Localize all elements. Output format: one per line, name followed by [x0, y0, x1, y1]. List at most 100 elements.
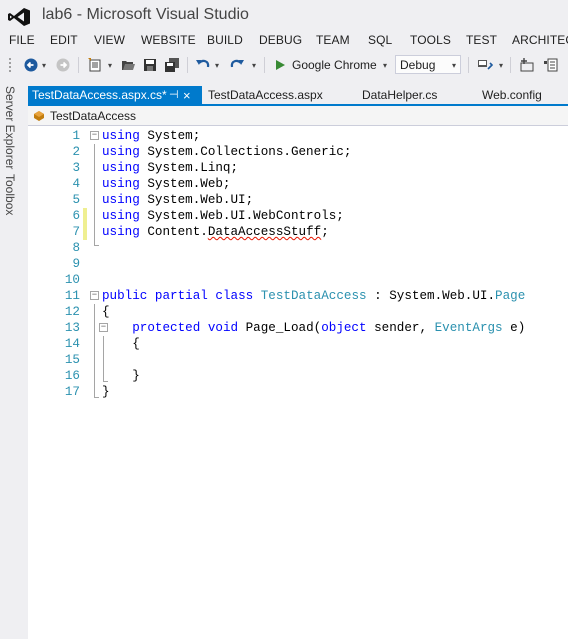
menu-tools[interactable]: TOOLS — [410, 33, 451, 47]
code-line[interactable]: 2 using System.Collections.Generic; — [28, 144, 568, 160]
menu-team[interactable]: TEAM — [316, 33, 350, 47]
navigate-back-icon[interactable] — [20, 55, 42, 75]
code-line[interactable]: 16 } — [28, 368, 568, 384]
line-number: 10 — [64, 273, 80, 287]
menu-sql[interactable]: SQL — [368, 33, 392, 47]
toolbar-overflow-icon[interactable]: ▾ — [497, 55, 505, 75]
unsaved-change-marker — [83, 224, 87, 240]
code-line[interactable]: 6 using System.Web.UI.WebControls; — [28, 208, 568, 224]
code-token: System.Web.UI; — [139, 193, 254, 207]
code-token: System.Collections.Generic; — [139, 145, 352, 159]
code-token: System.Web; — [139, 177, 231, 191]
menu-file[interactable]: FILE — [9, 33, 35, 47]
undo-icon[interactable] — [193, 55, 213, 75]
code-text: using System; — [102, 128, 200, 144]
type-token: Page — [495, 289, 526, 303]
type-token: EventArgs — [434, 321, 503, 335]
tab-web-config[interactable]: Web.config — [482, 86, 542, 105]
browser-target-label[interactable]: Google Chrome — [292, 55, 382, 75]
code-line[interactable]: 8 — [28, 240, 568, 256]
open-file-icon[interactable] — [118, 55, 138, 75]
keyword-token: using — [102, 193, 140, 207]
code-line[interactable]: 4 using System.Web; — [28, 176, 568, 192]
code-text: protected void Page_Load(object sender, … — [102, 320, 525, 336]
navigation-bar[interactable]: TestDataAccess — [28, 106, 568, 126]
code-text: using Content.DataAccessStuff; — [102, 224, 329, 240]
menu-website[interactable]: WEBSITE — [141, 33, 196, 47]
title-bar: lab6 - Microsoft Visual Studio — [0, 0, 568, 32]
new-project-dropdown-icon[interactable]: ▾ — [106, 55, 114, 75]
menu-debug[interactable]: DEBUG — [259, 33, 302, 47]
close-tab-icon[interactable]: × — [183, 86, 191, 105]
undo-dropdown-icon[interactable]: ▾ — [213, 55, 221, 75]
collapse-outline-icon[interactable]: − — [90, 131, 99, 140]
code-text: { — [102, 304, 110, 320]
code-text: using System.Web; — [102, 176, 231, 192]
toolbar-separator — [510, 57, 511, 73]
code-line[interactable]: 15 — [28, 352, 568, 368]
code-line[interactable]: 7 using Content.DataAccessStuff; — [28, 224, 568, 240]
error-token: DataAccessStuff — [207, 225, 322, 239]
keyword-token: using — [102, 129, 140, 143]
pin-tab-icon[interactable]: ⊣ — [169, 86, 179, 105]
menu-test[interactable]: TEST — [466, 33, 497, 47]
type-token: TestDataAccess — [260, 289, 367, 303]
save-icon[interactable] — [140, 55, 160, 75]
code-line[interactable]: 14 { — [28, 336, 568, 352]
keyword-token: public — [102, 289, 148, 303]
keyword-token: void — [207, 321, 239, 335]
redo-dropdown-icon[interactable]: ▾ — [250, 55, 258, 75]
configuration-value: Debug — [400, 58, 436, 72]
keyword-token: using — [102, 145, 140, 159]
toolbox-tab[interactable]: Toolbox — [3, 174, 17, 215]
code-line[interactable]: 10 — [28, 272, 568, 288]
line-number: 17 — [64, 385, 80, 399]
fold-guide-end — [103, 381, 108, 382]
save-all-icon[interactable] — [162, 55, 182, 75]
tab-testdataaccess-aspx[interactable]: TestDataAccess.aspx — [208, 86, 323, 105]
configuration-select[interactable]: Debug ▾ — [395, 55, 461, 74]
menu-architecture[interactable]: ARCHITEC — [512, 33, 568, 47]
code-text: } — [102, 384, 110, 400]
find-in-files-icon[interactable] — [517, 55, 537, 75]
toolbar-grip-icon[interactable] — [8, 57, 12, 73]
menu-build[interactable]: BUILD — [207, 33, 243, 47]
keyword-token: partial — [154, 289, 208, 303]
toolbar-separator — [468, 57, 469, 73]
code-line[interactable]: 5 using System.Web.UI; — [28, 192, 568, 208]
code-line[interactable]: 12 { — [28, 304, 568, 320]
toolbar-separator — [187, 57, 188, 73]
browser-dropdown-icon[interactable]: ▾ — [381, 55, 389, 75]
code-editor[interactable]: 1− using System; 2 using System.Collections… — [28, 126, 568, 639]
tab-testdataaccess-aspx-cs[interactable]: TestDataAccess.aspx.cs* ⊣ × — [28, 86, 202, 105]
class-icon — [34, 111, 44, 121]
redo-icon[interactable] — [227, 55, 247, 75]
code-token: Content. — [139, 225, 208, 239]
code-line[interactable]: 13− protected void Page_Load(object send… — [28, 320, 568, 336]
line-number: 5 — [72, 193, 80, 207]
start-debugging-icon[interactable] — [272, 55, 288, 75]
new-project-icon[interactable] — [84, 55, 106, 75]
fold-guide-end — [94, 397, 99, 398]
code-token: Page_Load( — [238, 321, 322, 335]
line-number: 15 — [64, 353, 80, 367]
menu-edit[interactable]: EDIT — [50, 33, 78, 47]
code-text: using System.Web.UI.WebControls; — [102, 208, 344, 224]
attach-process-icon[interactable] — [475, 55, 495, 75]
collapse-outline-icon[interactable]: − — [90, 291, 99, 300]
line-number: 2 — [72, 145, 80, 159]
code-line[interactable]: 9 — [28, 256, 568, 272]
menu-bar: FILE EDIT VIEW WEBSITE BUILD DEBUG TEAM … — [0, 32, 568, 50]
code-line[interactable]: 1 − using System; — [28, 128, 568, 144]
menu-view[interactable]: VIEW — [94, 33, 125, 47]
tab-datahelper-cs[interactable]: DataHelper.cs — [362, 86, 437, 105]
back-dropdown-icon[interactable]: ▾ — [40, 55, 48, 75]
fold-guide-end — [94, 245, 99, 246]
code-line[interactable]: 3 using System.Linq; — [28, 160, 568, 176]
navigate-forward-icon[interactable] — [53, 55, 73, 75]
code-line[interactable]: 11 − public partial class TestDataAccess :… — [28, 288, 568, 304]
solution-explorer-icon[interactable] — [541, 55, 561, 75]
code-line[interactable]: 17} — [28, 384, 568, 400]
keyword-token: object — [321, 321, 367, 335]
server-explorer-tab[interactable]: Server Explorer — [3, 86, 17, 169]
